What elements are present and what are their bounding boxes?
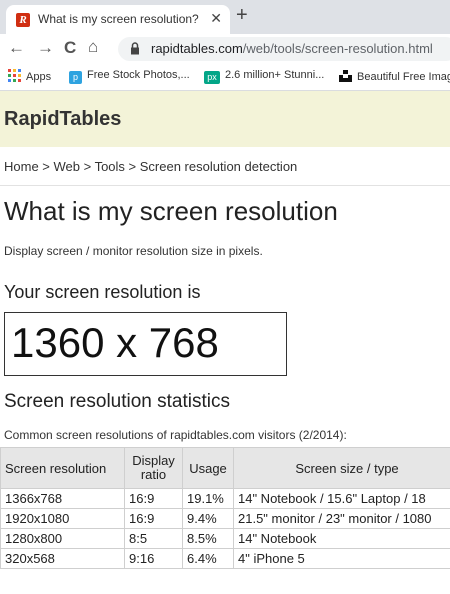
site-logo[interactable]: RapidTables <box>4 108 121 131</box>
cell-ratio: 9:16 <box>124 548 183 569</box>
bookmark-label: 2.6 million+ Stunni... <box>225 69 325 81</box>
table-row: 1280x800 8:5 8.5% 14" Notebook <box>0 528 450 549</box>
header-screen-size-type: Screen size / type <box>233 447 450 489</box>
resolution-stats-table: Screen resolution Display ratio Usage Sc… <box>0 447 450 569</box>
close-tab-icon[interactable]: ✕ <box>210 10 222 27</box>
bookmark-free-stock-photos[interactable]: p Free Stock Photos,... <box>69 69 190 84</box>
cell-resolution: 1280x800 <box>0 528 125 549</box>
new-tab-icon[interactable]: + <box>236 4 248 27</box>
cell-usage: 6.4% <box>182 548 234 569</box>
header-usage: Usage <box>182 447 234 489</box>
apps-grid-icon <box>8 69 21 82</box>
back-arrow-icon[interactable]: ← <box>8 38 25 58</box>
cell-size-type: 4" iPhone 5 <box>233 548 450 569</box>
result-heading: Your screen resolution is <box>4 282 201 302</box>
table-row: 1920x1080 16:9 9.4% 21.5" monitor / 23" … <box>0 508 450 529</box>
browser-toolbar: ← → C ⌂ rapidtables.com/web/tools/screen… <box>0 34 450 64</box>
cell-ratio: 8:5 <box>124 528 183 549</box>
rapidtables-favicon-icon: R <box>16 13 30 27</box>
header-screen-resolution: Screen resolution <box>0 447 125 489</box>
bookmark-label: Apps <box>26 71 52 83</box>
home-icon[interactable]: ⌂ <box>88 37 98 57</box>
url-text: rapidtables.com/web/tools/screen-resolut… <box>151 41 433 56</box>
cell-resolution: 320x568 <box>0 548 125 569</box>
resolution-box: 1360 x 768 <box>4 312 287 376</box>
pexels-p-icon: p <box>69 71 82 84</box>
unsplash-icon <box>339 69 352 82</box>
bookmarks-bar: Apps p Free Stock Photos,... px 2.6 millio… <box>0 64 450 91</box>
bookmark-beautiful-free-images[interactable]: Beautiful Free Imag <box>339 69 450 83</box>
header-display-ratio: Display ratio <box>124 447 183 489</box>
divider <box>0 185 450 186</box>
cell-usage: 9.4% <box>182 508 234 529</box>
cell-usage: 19.1% <box>182 488 234 509</box>
cell-resolution: 1366x768 <box>0 488 125 509</box>
site-header: RapidTables <box>0 91 450 147</box>
stats-description: Common screen resolutions of rapidtables… <box>4 428 347 442</box>
bookmark-stunning-photos[interactable]: px 2.6 million+ Stunni... <box>204 69 324 84</box>
active-tab[interactable]: R What is my screen resolution? ✕ <box>6 5 230 34</box>
cell-usage: 8.5% <box>182 528 234 549</box>
cell-size-type: 14" Notebook / 15.6" Laptop / 18 <box>233 488 450 509</box>
cell-ratio: 16:9 <box>124 508 183 529</box>
address-bar[interactable]: rapidtables.com/web/tools/screen-resolut… <box>118 37 450 61</box>
cell-size-type: 21.5" monitor / 23" monitor / 1080 <box>233 508 450 529</box>
page-description: Display screen / monitor resolution size… <box>4 244 263 258</box>
bookmark-label: Beautiful Free Imag <box>357 71 450 83</box>
table-row: 1366x768 16:9 19.1% 14" Notebook / 15.6"… <box>0 488 450 509</box>
tab-title: What is my screen resolution? <box>38 12 199 26</box>
lock-icon <box>131 42 139 55</box>
cell-size-type: 14" Notebook <box>233 528 450 549</box>
url-path: /web/tools/screen-resolution.html <box>242 41 433 56</box>
pixabay-px-icon: px <box>204 71 220 84</box>
breadcrumb[interactable]: Home > Web > Tools > Screen resolution d… <box>4 159 297 174</box>
url-domain: rapidtables.com <box>151 41 243 56</box>
cell-ratio: 16:9 <box>124 488 183 509</box>
page-title: What is my screen resolution <box>4 196 338 226</box>
reload-icon[interactable]: C <box>64 38 76 58</box>
cell-resolution: 1920x1080 <box>0 508 125 529</box>
resolution-value: 1360 x 768 <box>11 319 219 366</box>
bookmark-apps[interactable]: Apps <box>8 69 51 83</box>
tab-bar: R What is my screen resolution? ✕ + <box>0 0 450 34</box>
table-header-row: Screen resolution Display ratio Usage Sc… <box>0 447 450 489</box>
table-row: 320x568 9:16 6.4% 4" iPhone 5 <box>0 548 450 569</box>
bookmark-label: Free Stock Photos,... <box>87 69 190 81</box>
forward-arrow-icon[interactable]: → <box>37 38 54 58</box>
stats-heading: Screen resolution statistics <box>4 391 230 412</box>
